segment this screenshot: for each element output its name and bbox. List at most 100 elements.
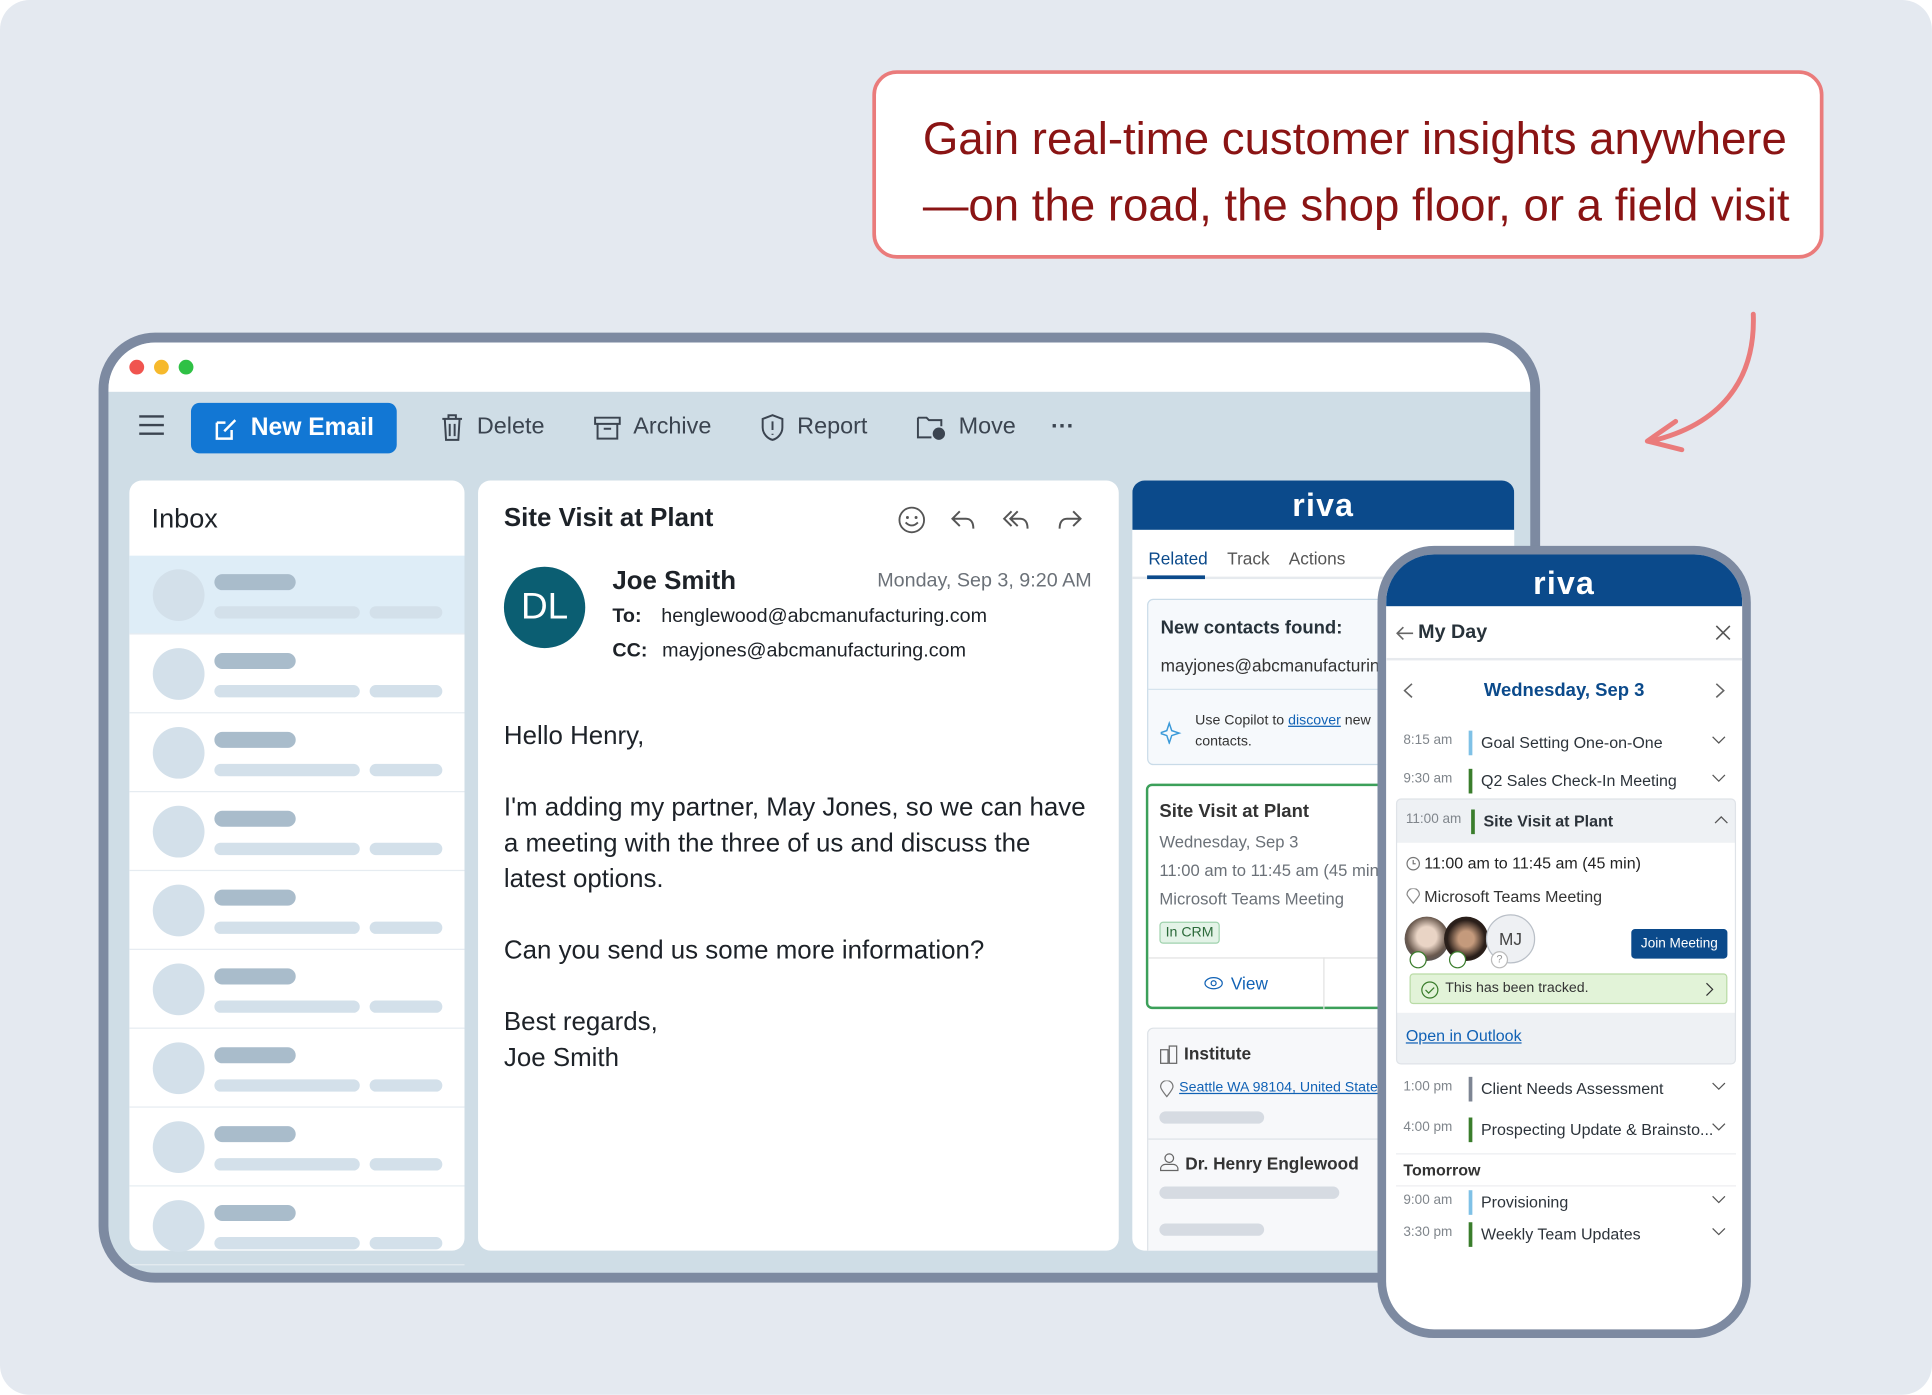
inbox-list-item[interactable]	[129, 635, 465, 714]
event-row[interactable]: 9:30 am Q2 Sales Check-In Meeting	[1403, 766, 1726, 798]
tracked-text: This has been tracked.	[1445, 980, 1589, 996]
tab-track[interactable]: Track	[1227, 548, 1269, 568]
sender-avatar: DL	[503, 566, 586, 649]
chevron-down-icon[interactable]	[1711, 1082, 1726, 1092]
reply-icon[interactable]	[949, 505, 979, 535]
body-greeting: Hello Henry,	[503, 722, 645, 751]
hamburger-menu-icon[interactable]	[138, 414, 165, 436]
sender-placeholder	[214, 968, 296, 985]
sender-placeholder	[214, 1126, 296, 1143]
event-color-bar	[1468, 768, 1473, 794]
sender-placeholder	[214, 574, 296, 591]
copilot-text: Use Copilot to	[1195, 713, 1289, 729]
eye-icon	[1204, 977, 1223, 990]
open-in-outlook-link[interactable]: Open in Outlook	[1406, 1026, 1522, 1044]
back-arrow-icon[interactable]	[1396, 626, 1414, 641]
event-row[interactable]: 11:00 am Site Visit at Plant	[1406, 807, 1729, 839]
archive-button[interactable]: Archive	[594, 414, 711, 441]
archive-label: Archive	[633, 413, 712, 440]
report-button[interactable]: Report	[760, 414, 867, 441]
in-crm-badge: In CRM	[1159, 921, 1220, 944]
email-subject: Site Visit at Plant	[503, 503, 714, 533]
active-tab-indicator	[1147, 575, 1205, 580]
date-placeholder	[369, 1079, 443, 1092]
delete-button[interactable]: Delete	[440, 414, 544, 441]
cc-address[interactable]: mayjones@abcmanufacturing.com	[662, 641, 966, 662]
inbox-title: Inbox	[151, 502, 218, 534]
close-window-button[interactable]	[129, 359, 145, 375]
marketing-canvas: Gain real-time customer insights anywher…	[0, 0, 1932, 1395]
event-row[interactable]: 4:00 pm Prospecting Update & Brainsto...	[1403, 1115, 1726, 1147]
event-row[interactable]: 1:00 pm Client Needs Assessment	[1403, 1074, 1726, 1106]
title-bar	[108, 342, 1531, 392]
reply-all-icon[interactable]	[1000, 505, 1032, 535]
inbox-list-item[interactable]	[129, 1029, 465, 1108]
forward-icon[interactable]	[1055, 505, 1085, 535]
expanded-event: 11:00 am Site Visit at Plant 11:00 am to…	[1395, 798, 1737, 1065]
callout-line-2: —on the road, the shop floor, or a field…	[922, 179, 1790, 231]
chevron-down-icon[interactable]	[1711, 736, 1726, 746]
more-actions-button[interactable]: ···	[1051, 414, 1074, 441]
view-button[interactable]: View	[1204, 973, 1268, 993]
event-time: 8:15 am	[1403, 733, 1453, 748]
close-icon[interactable]	[1715, 625, 1731, 641]
minimize-window-button[interactable]	[154, 359, 169, 375]
event-color-bar	[1468, 1076, 1473, 1102]
chevron-down-icon[interactable]	[1711, 774, 1726, 784]
institute-address-link[interactable]: Seattle WA 98104, United States	[1179, 1081, 1385, 1096]
new-email-label: New Email	[250, 413, 374, 442]
tab-actions[interactable]: Actions	[1289, 548, 1346, 568]
person-icon	[1160, 1153, 1179, 1172]
event-row[interactable]: 8:15 am Goal Setting One-on-One	[1403, 728, 1726, 760]
subject-placeholder	[214, 1158, 360, 1171]
move-label: Move	[958, 413, 1016, 440]
discover-link[interactable]: discover	[1288, 713, 1341, 728]
move-button[interactable]: Move	[916, 413, 1016, 441]
event-color-bar	[1468, 1222, 1473, 1247]
maximize-window-button[interactable]	[178, 359, 194, 375]
event-color-bar	[1468, 730, 1473, 756]
subject-placeholder	[214, 606, 360, 619]
inbox-list-item[interactable]	[129, 713, 465, 793]
avatar-placeholder	[152, 884, 205, 937]
meeting-title: Site Visit at Plant	[1159, 800, 1310, 822]
event-name: Weekly Team Updates	[1480, 1224, 1641, 1244]
email-reading-pane: Site Visit at Plant DL Joe Smith Monday,…	[478, 480, 1119, 1251]
inbox-list-item[interactable]	[129, 555, 465, 635]
join-meeting-button[interactable]: Join Meeting	[1631, 929, 1728, 959]
new-email-button[interactable]: New Email	[190, 402, 397, 454]
event-time: 11:00 am	[1405, 811, 1462, 827]
date-placeholder	[369, 1158, 443, 1171]
sender-placeholder	[214, 810, 296, 827]
check-circle-icon	[1421, 981, 1439, 999]
date-placeholder	[369, 842, 443, 856]
inbox-list-item[interactable]	[129, 871, 465, 950]
chevron-down-icon[interactable]	[1711, 1227, 1726, 1237]
event-color-bar	[1468, 1117, 1473, 1143]
date-placeholder	[369, 1000, 443, 1013]
event-name: Prospecting Update & Brainsto...	[1480, 1119, 1714, 1139]
chevron-down-icon[interactable]	[1711, 1122, 1726, 1132]
inbox-list-item[interactable]	[129, 1108, 465, 1187]
event-row[interactable]: 9:00 am Provisioning	[1403, 1188, 1726, 1220]
chevron-down-icon[interactable]	[1711, 1195, 1726, 1205]
inbox-list-item[interactable]	[129, 792, 465, 872]
next-day-icon[interactable]	[1715, 683, 1725, 699]
chevron-up-icon[interactable]	[1714, 814, 1729, 824]
event-location: Microsoft Teams Meeting	[1424, 887, 1603, 906]
contact-name[interactable]: Dr. Henry Englewood	[1185, 1153, 1358, 1173]
emoji-reaction-icon[interactable]	[897, 505, 927, 535]
inbox-list-item[interactable]	[129, 950, 465, 1029]
to-label: To:	[612, 606, 642, 628]
inbox-list-item[interactable]	[129, 1187, 465, 1266]
event-color-bar	[1471, 809, 1475, 835]
event-time-range: 11:00 am to 11:45 am (45 min)	[1424, 853, 1641, 873]
tracked-banner[interactable]: This has been tracked.	[1409, 973, 1728, 1005]
event-row[interactable]: 3:30 pm Weekly Team Updates	[1403, 1220, 1726, 1252]
event-name: Site Visit at Plant	[1483, 811, 1614, 831]
clock-icon	[1406, 856, 1420, 870]
body-signature: Joe Smith	[503, 1043, 619, 1072]
to-address[interactable]: henglewood@abcmanufacturing.com	[661, 606, 987, 627]
tab-related[interactable]: Related	[1148, 548, 1207, 568]
callout-box: Gain real-time customer insights anywher…	[872, 70, 1824, 259]
